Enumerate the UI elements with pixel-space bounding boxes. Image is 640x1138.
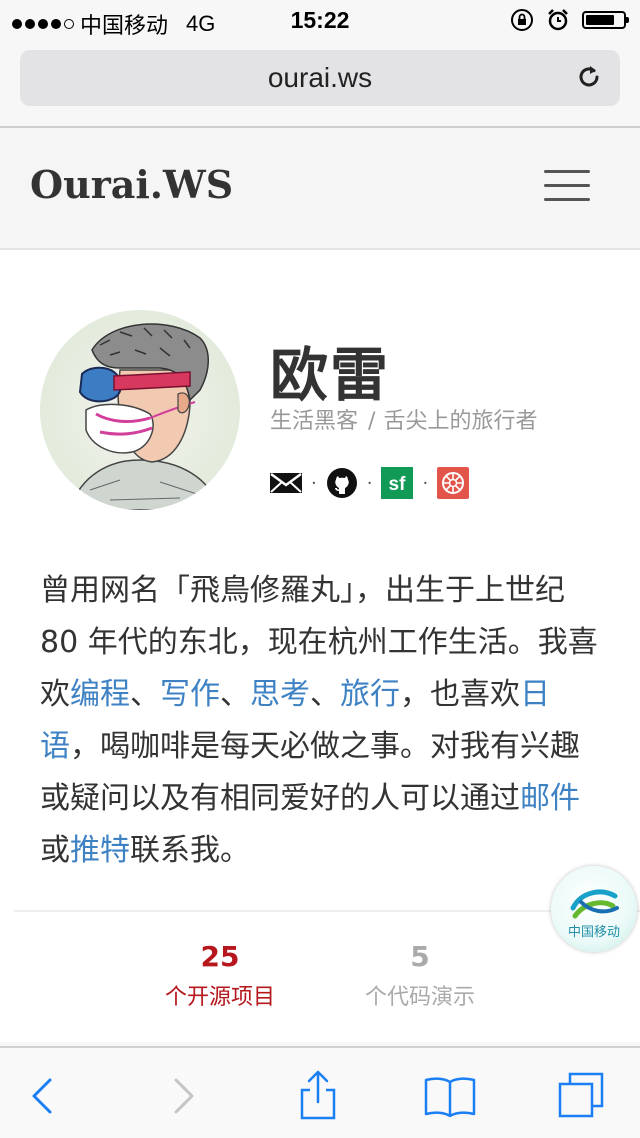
browser-toolbar xyxy=(0,1046,640,1138)
separator-dot: · xyxy=(422,472,429,494)
link-twitter[interactable]: 推特 xyxy=(70,833,130,868)
bio-text: 、 xyxy=(220,677,250,712)
projects-count: 25 xyxy=(200,940,240,973)
bio-text: 联系我。 xyxy=(130,833,250,868)
bio-text: ，也喜欢 xyxy=(400,677,520,712)
social-links: · · sf · xyxy=(270,467,470,499)
alarm-icon xyxy=(548,9,568,31)
back-icon[interactable] xyxy=(14,1068,70,1124)
bio-text: 、 xyxy=(130,677,160,712)
link-writing[interactable]: 写作 xyxy=(160,677,220,712)
china-mobile-label: 中国移动 xyxy=(567,925,620,940)
tagline-separator: / xyxy=(368,409,376,434)
profile-name: 欧雷 xyxy=(270,341,391,409)
status-bar: 中国移动 4G 15:22 xyxy=(0,0,640,40)
avatar-illustration xyxy=(69,323,221,510)
demos-label: 个代码演示 xyxy=(364,985,475,1010)
reload-icon[interactable] xyxy=(574,62,604,92)
stat-demos[interactable]: 5 个代码演示 xyxy=(320,940,520,1011)
bio-text: ，喝咖啡是每天必做之事。对我有兴趣或疑问以及有相同爱好的人可以通过 xyxy=(40,729,580,816)
forward-icon[interactable] xyxy=(156,1068,212,1124)
separator-dot: · xyxy=(311,472,317,494)
profile-card: 欧雷 生活黑客 / 舌尖上的旅行者 · · sf · 曾用网名「飛鳥修羅丸」，出生于… xyxy=(0,250,640,1042)
site-header: Ourai.WS xyxy=(0,128,640,250)
stat-projects[interactable]: 25 个开源项目 xyxy=(120,940,320,1011)
tagline-part2: 舌尖上的旅行者 xyxy=(383,409,538,434)
share-icon[interactable] xyxy=(290,1068,346,1124)
status-icons xyxy=(510,8,629,32)
mail-icon[interactable] xyxy=(270,467,302,499)
github-icon[interactable] xyxy=(326,467,358,499)
battery-icon xyxy=(582,11,629,29)
tagline-part1: 生活黑客 xyxy=(270,409,359,434)
bio-text: 或 xyxy=(40,833,70,868)
section-divider xyxy=(14,910,640,912)
link-traveling[interactable]: 旅行 xyxy=(340,677,400,712)
segmentfault-icon[interactable]: sf xyxy=(381,467,414,499)
url-text[interactable]: ourai.ws xyxy=(20,62,620,94)
bio-text: 、 xyxy=(310,677,340,712)
orientation-lock-icon xyxy=(511,9,533,31)
address-bar[interactable]: ourai.ws xyxy=(20,50,620,106)
bio-paragraph: 曾用网名「飛鳥修羅丸」，出生于上世纪 80 年代的东北，现在杭州工作生活。我喜欢… xyxy=(40,565,600,877)
site-logo[interactable]: Ourai.WS xyxy=(30,162,233,207)
projects-label: 个开源项目 xyxy=(164,985,275,1010)
bookmarks-icon[interactable] xyxy=(422,1068,478,1124)
tabs-icon[interactable] xyxy=(556,1068,612,1124)
weibo-icon[interactable] xyxy=(437,467,470,499)
link-programming[interactable]: 编程 xyxy=(70,677,130,712)
link-email[interactable]: 邮件 xyxy=(520,781,580,816)
avatar xyxy=(40,310,240,510)
hamburger-menu-icon[interactable] xyxy=(544,170,590,204)
link-thinking[interactable]: 思考 xyxy=(250,677,310,712)
separator-dot: · xyxy=(366,472,373,494)
china-mobile-floating-badge[interactable]: 中国移动 xyxy=(551,866,637,952)
segmentfault-text: sf xyxy=(389,474,407,495)
demos-count: 5 xyxy=(410,940,430,973)
profile-tagline: 生活黑客 / 舌尖上的旅行者 xyxy=(270,403,537,435)
